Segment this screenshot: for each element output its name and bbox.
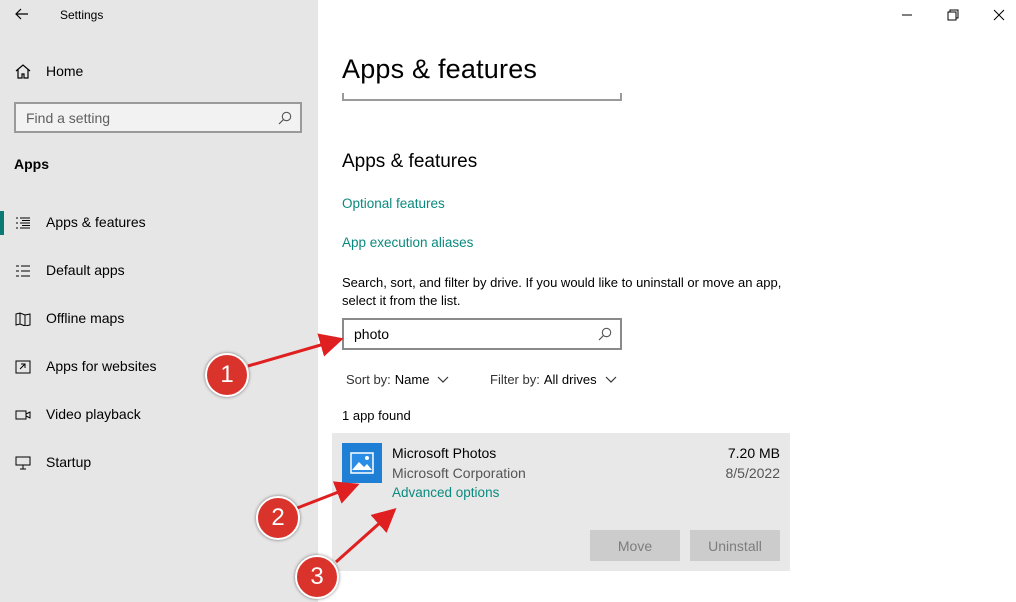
- window-title: Settings: [60, 8, 104, 22]
- sidebar-item-label: Startup: [46, 454, 92, 470]
- chevron-down-icon: [605, 376, 617, 384]
- back-arrow-icon: [15, 8, 28, 20]
- photos-app-icon: [342, 443, 382, 483]
- video-icon: [14, 407, 32, 423]
- search-placeholder: Find a setting: [26, 109, 111, 126]
- filter-dropdown[interactable]: Filter by: All drives: [490, 372, 617, 387]
- open-window-icon: [14, 359, 32, 375]
- sort-value: Name: [394, 372, 430, 387]
- optional-features-link[interactable]: Optional features: [342, 196, 445, 211]
- sidebar-item-startup[interactable]: Startup: [0, 445, 318, 481]
- sidebar-item-apps-for-websites[interactable]: Apps for websites: [0, 349, 318, 385]
- app-size: 7.20 MB: [727, 445, 780, 461]
- app-install-date: 8/5/2022: [725, 465, 781, 481]
- section-title: Apps & features: [342, 151, 478, 172]
- sidebar-item-label: Video playback: [46, 406, 141, 422]
- app-name: Microsoft Photos: [392, 445, 497, 461]
- sort-label: Sort by:: [346, 372, 391, 387]
- sort-dropdown[interactable]: Sort by: Name: [346, 372, 449, 387]
- settings-search-input[interactable]: Find a setting: [14, 102, 302, 133]
- app-list-item[interactable]: Microsoft Photos Microsoft Corporation A…: [332, 433, 790, 571]
- sidebar-item-label: Home: [46, 63, 84, 79]
- app-execution-aliases-link[interactable]: App execution aliases: [342, 235, 473, 250]
- move-button[interactable]: Move: [590, 530, 680, 561]
- filter-label: Filter by:: [490, 372, 540, 387]
- chevron-down-icon: [437, 376, 449, 384]
- default-apps-icon: [14, 263, 32, 279]
- main-content: Apps & features Apps & features Optional…: [318, 0, 1016, 602]
- active-indicator: [0, 211, 4, 235]
- sidebar-item-label: Apps for websites: [46, 358, 157, 374]
- search-icon: [598, 327, 612, 341]
- filter-value: All drives: [543, 372, 597, 387]
- advanced-options-link[interactable]: Advanced options: [392, 485, 499, 500]
- sidebar-item-default-apps[interactable]: Default apps: [0, 253, 318, 289]
- map-icon: [14, 311, 32, 327]
- annotation-badge-1: 1: [205, 353, 249, 397]
- sidebar-item-video-playback[interactable]: Video playback: [0, 397, 318, 433]
- startup-icon: [14, 455, 32, 471]
- search-icon: [278, 111, 292, 124]
- app-publisher: Microsoft Corporation: [392, 465, 526, 481]
- page-title: Apps & features: [342, 54, 538, 84]
- sidebar-section-apps: Apps: [14, 156, 49, 172]
- app-search-input[interactable]: photo: [342, 318, 622, 350]
- results-count: 1 app found: [342, 408, 411, 423]
- home-icon: [15, 64, 31, 79]
- sidebar-item-label: Offline maps: [46, 310, 125, 326]
- uninstall-button[interactable]: Uninstall: [690, 530, 780, 561]
- sidebar-item-label: Apps & features: [46, 214, 146, 230]
- list-icon: [14, 215, 32, 231]
- back-button[interactable]: [12, 4, 32, 24]
- search-description: Search, sort, and filter by drive. If yo…: [342, 275, 782, 308]
- scrolled-control-remnant: [342, 93, 622, 101]
- search-value: photo: [354, 326, 390, 342]
- sidebar-item-home[interactable]: Home: [14, 61, 83, 81]
- sidebar-item-offline-maps[interactable]: Offline maps: [0, 301, 318, 337]
- sidebar-item-apps-features[interactable]: Apps & features: [0, 205, 318, 241]
- annotation-badge-3: 3: [295, 555, 339, 599]
- annotation-badge-2: 2: [256, 496, 300, 540]
- sidebar-item-label: Default apps: [46, 262, 125, 278]
